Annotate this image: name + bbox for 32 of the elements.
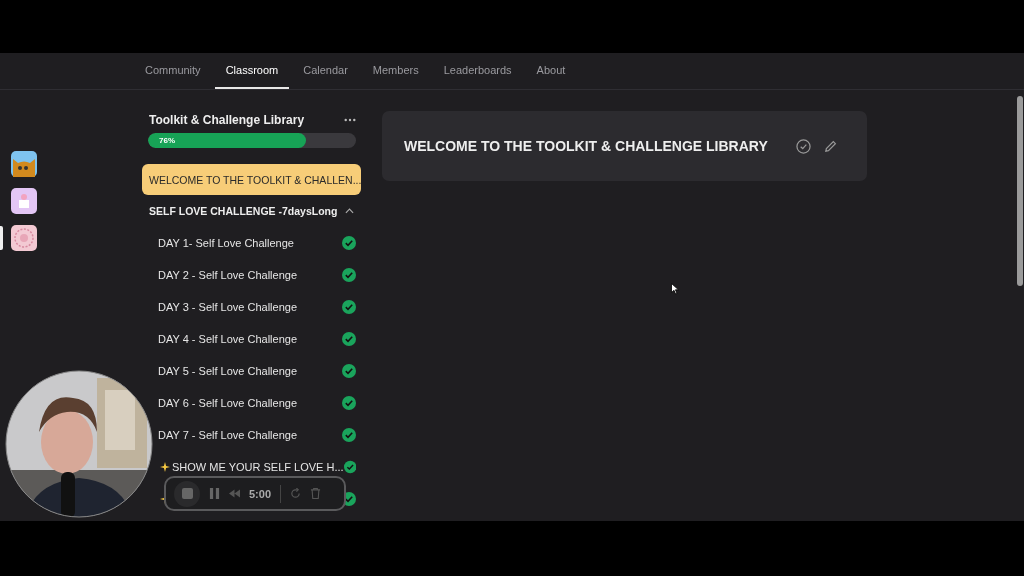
nav-tab[interactable]: About: [525, 53, 577, 89]
lesson-item[interactable]: DAY 5 - Self Love Challenge: [158, 365, 297, 377]
lesson-item[interactable]: DAY 2 - Self Love Challenge: [158, 269, 297, 281]
lesson-item[interactable]: DAY 6 - Self Love Challenge: [158, 397, 297, 409]
pause-icon[interactable]: [209, 488, 220, 499]
nav-tab[interactable]: Community: [134, 53, 212, 89]
restart-icon[interactable]: [290, 488, 302, 499]
lesson-title: WELCOME TO THE TOOLKIT & CHALLENGE LIBRARY: [404, 138, 768, 154]
chevron-icon[interactable]: [345, 208, 354, 214]
lesson-item[interactable]: DAY 3 - Self Love Challenge: [158, 301, 297, 313]
course-title: Toolkit & Challenge Library: [149, 113, 305, 127]
nav-tab[interactable]: Members: [361, 53, 430, 89]
nav-tab[interactable]: Classroom: [214, 53, 290, 89]
cat-avatar-icon[interactable]: [11, 151, 37, 177]
badge-avatar-icon[interactable]: [11, 225, 37, 251]
cake-avatar-icon[interactable]: [11, 188, 37, 214]
more-icon[interactable]: [344, 118, 356, 122]
section-title: SELF LOVE CHALLENGE -7daysLong: [149, 205, 338, 217]
nav-tab[interactable]: Leaderboards: [432, 53, 523, 89]
module-item[interactable]: WELCOME TO THE TOOLKIT & CHALLEN...: [142, 164, 361, 195]
lesson-item[interactable]: SHOW ME YOUR SELF LOVE H...: [172, 461, 344, 473]
sparkle-icon: [160, 462, 170, 472]
progress-label: 76%: [159, 136, 175, 145]
stop-button[interactable]: [174, 480, 200, 507]
edit-icon[interactable]: [822, 138, 838, 154]
lesson-item[interactable]: DAY 1- Self Love Challenge: [158, 237, 294, 249]
lesson-item[interactable]: DAY 7 - Self Love Challenge: [158, 429, 297, 441]
check-circle-icon[interactable]: [795, 138, 811, 154]
lesson-item[interactable]: DAY 4 - Self Love Challenge: [158, 333, 297, 345]
nav-tab[interactable]: Calendar: [292, 53, 359, 89]
recording-time: 5:00: [249, 487, 272, 500]
cursor-icon: [671, 283, 679, 295]
